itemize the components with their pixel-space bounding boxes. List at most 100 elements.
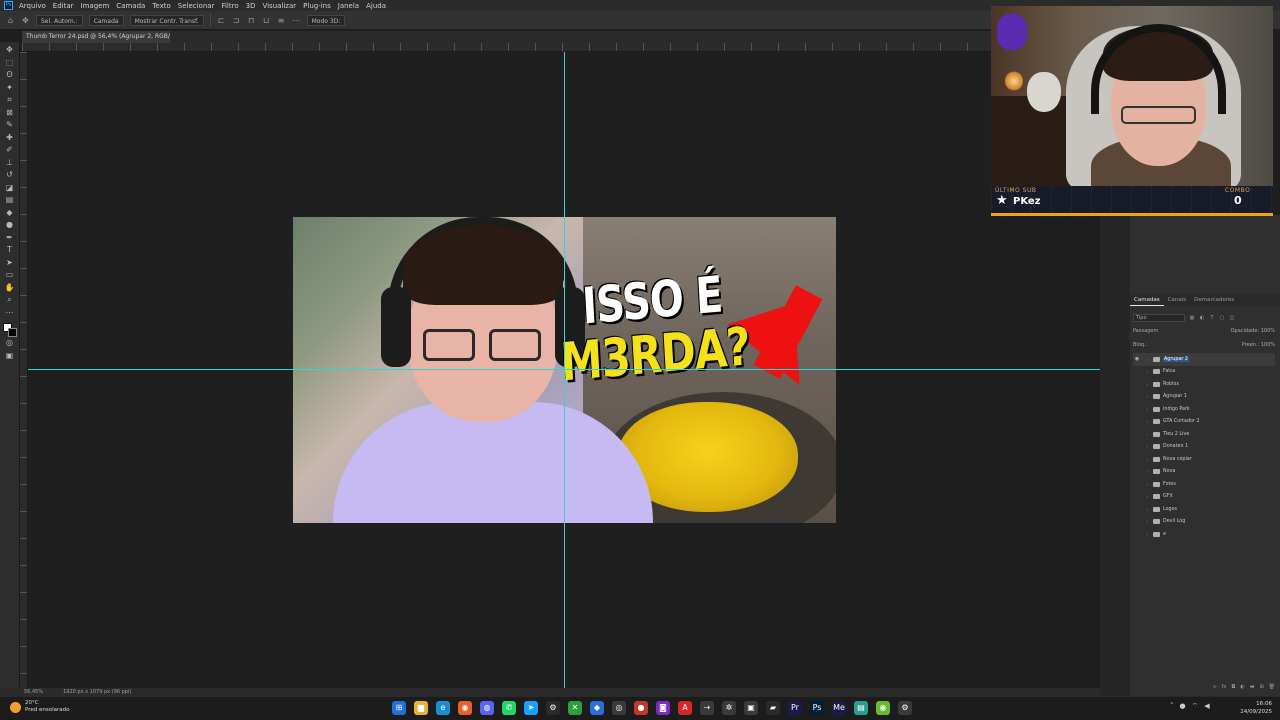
settings-app-icon[interactable]: ✲ — [722, 701, 736, 715]
layer-row[interactable]: › Logos — [1133, 503, 1275, 516]
layer-row[interactable]: › GTA Cortador 2 — [1133, 416, 1275, 429]
history-brush-tool-icon[interactable]: ↺ — [4, 169, 16, 182]
layer-row[interactable]: › Agrupar 1 — [1133, 391, 1275, 404]
microphone-icon[interactable]: ● — [1180, 702, 1186, 711]
layer-row[interactable]: › Tleu 2 Live — [1133, 428, 1275, 441]
layer-row[interactable]: › Nova — [1133, 466, 1275, 479]
document-tab[interactable]: Thumb Terror 24.psd @ 56,4% (Agrupar 2, … — [22, 31, 170, 43]
chevron-right-icon[interactable]: › — [1144, 357, 1150, 362]
new-group-icon[interactable]: ▬ — [1250, 684, 1255, 694]
opacity-value[interactable]: 100% — [1261, 328, 1275, 334]
firefox-icon[interactable]: ◉ — [458, 701, 472, 715]
opacity-field[interactable]: Opacidade: 100% — [1231, 327, 1275, 336]
discord-icon[interactable]: ◍ — [480, 701, 494, 715]
chevron-right-icon[interactable]: › — [1144, 457, 1150, 462]
fill-field[interactable]: Preen.: 100% — [1242, 341, 1275, 350]
chrome-icon[interactable]: ◎ — [612, 701, 626, 715]
zoom-level[interactable]: 56,45% — [24, 688, 43, 696]
menu-arquivo[interactable]: Arquivo — [19, 2, 46, 10]
layer-row[interactable]: › Falca — [1133, 366, 1275, 379]
system-clock[interactable]: 16:06 24/09/2025 — [1234, 700, 1272, 716]
move-tool-icon[interactable]: ✥ — [4, 44, 16, 57]
filter-shape-icon[interactable]: ▢ — [1219, 315, 1225, 321]
filter-type-icon[interactable]: T — [1209, 315, 1215, 321]
quick-mask-icon[interactable]: ◎ — [4, 337, 16, 350]
steam-icon[interactable]: ⚙ — [546, 701, 560, 715]
menu-selecionar[interactable]: Selecionar — [178, 2, 215, 10]
visibility-eye-icon[interactable]: ◉ — [1133, 356, 1141, 362]
menu-3d[interactable]: 3D — [246, 2, 256, 10]
layer-row[interactable]: › Roblox — [1133, 378, 1275, 391]
chevron-right-icon[interactable]: › — [1144, 532, 1150, 537]
path-selection-tool-icon[interactable]: ➤ — [4, 257, 16, 270]
adobe-app-icon[interactable]: A — [678, 701, 692, 715]
crop-tool-icon[interactable]: ⌗ — [4, 94, 16, 107]
fill-value[interactable]: 100% — [1261, 342, 1275, 348]
pen-tool-icon[interactable]: ✒ — [4, 232, 16, 245]
network-icon[interactable]: ⌔ — [1192, 702, 1199, 711]
obs-icon[interactable]: ● — [634, 701, 648, 715]
gear-icon[interactable]: ⚙ — [898, 701, 912, 715]
home-icon[interactable]: ⌂ — [6, 16, 15, 25]
menu-ajuda[interactable]: Ajuda — [366, 2, 386, 10]
whatsapp-icon[interactable]: ✆ — [502, 701, 516, 715]
gradient-tool-icon[interactable]: ▤ — [4, 194, 16, 207]
terminal-icon[interactable]: ▰ — [766, 701, 780, 715]
new-layer-icon[interactable]: ⊞ — [1259, 684, 1263, 694]
screen-mode-icon[interactable]: ▣ — [4, 350, 16, 363]
blur-tool-icon[interactable]: ◆ — [4, 207, 16, 220]
align-right-icon[interactable]: ⊓ — [247, 16, 256, 25]
dodge-tool-icon[interactable]: ● — [4, 219, 16, 232]
spotify-icon[interactable]: ◉ — [876, 701, 890, 715]
chevron-right-icon[interactable]: › — [1144, 419, 1150, 424]
chevron-up-icon[interactable]: ˄ — [1170, 702, 1174, 711]
xbox-icon[interactable]: ✕ — [568, 701, 582, 715]
adjustment-layer-icon[interactable]: ◐ — [1240, 684, 1244, 694]
photoshop-taskbar-icon[interactable]: Ps — [810, 701, 824, 715]
telegram-icon[interactable]: ➤ — [524, 701, 538, 715]
premiere-icon[interactable]: Pr — [788, 701, 802, 715]
menu-plugins[interactable]: Plug-ins — [303, 2, 331, 10]
chevron-right-icon[interactable]: › — [1144, 444, 1150, 449]
layer-row[interactable]: › Devil Log — [1133, 516, 1275, 529]
file-explorer-icon[interactable]: ▆ — [414, 701, 428, 715]
clone-stamp-tool-icon[interactable]: ⊥ — [4, 157, 16, 170]
twitch-icon[interactable]: ◙ — [656, 701, 670, 715]
tab-paths[interactable]: Demarcadores — [1190, 295, 1238, 306]
add-mask-icon[interactable]: ◘ — [1231, 684, 1235, 694]
chevron-right-icon[interactable]: › — [1144, 394, 1150, 399]
align-middle-icon[interactable]: ≡ — [277, 16, 286, 25]
filter-smart-object-icon[interactable]: ◫ — [1229, 315, 1235, 321]
layer-row[interactable]: › e — [1133, 528, 1275, 541]
menu-visualizar[interactable]: Visualizar — [262, 2, 296, 10]
align-center-icon[interactable]: ⊐ — [232, 16, 241, 25]
chevron-right-icon[interactable]: › — [1144, 482, 1150, 487]
lasso-tool-icon[interactable]: ʘ — [4, 69, 16, 82]
menu-imagem[interactable]: Imagem — [81, 2, 110, 10]
horizontal-guide[interactable] — [28, 369, 1100, 370]
healing-brush-tool-icon[interactable]: ✚ — [4, 132, 16, 145]
tab-channels[interactable]: Canais — [1164, 295, 1190, 306]
auto-select-target-dropdown[interactable]: Camada — [88, 14, 124, 26]
frame-tool-icon[interactable]: ⊠ — [4, 107, 16, 120]
chat-app-icon[interactable]: ▤ — [854, 701, 868, 715]
type-tool-icon[interactable]: T — [4, 244, 16, 257]
brush-tool-icon[interactable]: ✐ — [4, 144, 16, 157]
weather-widget[interactable]: 20°C Pred ensolarado — [10, 700, 69, 714]
menu-texto[interactable]: Texto — [152, 2, 170, 10]
layer-row[interactable]: › Donaten 1 — [1133, 441, 1275, 454]
move-tool-icon[interactable]: ✥ — [21, 16, 30, 25]
align-left-icon[interactable]: ⊏ — [217, 16, 226, 25]
delete-layer-icon[interactable]: 🗑 — [1269, 684, 1275, 694]
menu-filtro[interactable]: Filtro — [221, 2, 238, 10]
layer-row[interactable]: › Indigo Park — [1133, 403, 1275, 416]
more-options-icon[interactable]: ⋯ — [292, 16, 301, 25]
chevron-right-icon[interactable]: › — [1144, 494, 1150, 499]
canvas-workspace[interactable]: ISSO É M3RDA? — [28, 52, 1100, 688]
show-transform-controls-checkbox[interactable]: Mostrar Contr. Transf. — [129, 14, 204, 26]
layer-style-icon[interactable]: fx — [1222, 684, 1227, 694]
blend-mode-dropdown[interactable]: Passagem — [1133, 327, 1158, 336]
chevron-right-icon[interactable]: › — [1144, 469, 1150, 474]
chevron-right-icon[interactable]: › — [1144, 407, 1150, 412]
link-layers-icon[interactable]: ∞ — [1212, 684, 1216, 694]
